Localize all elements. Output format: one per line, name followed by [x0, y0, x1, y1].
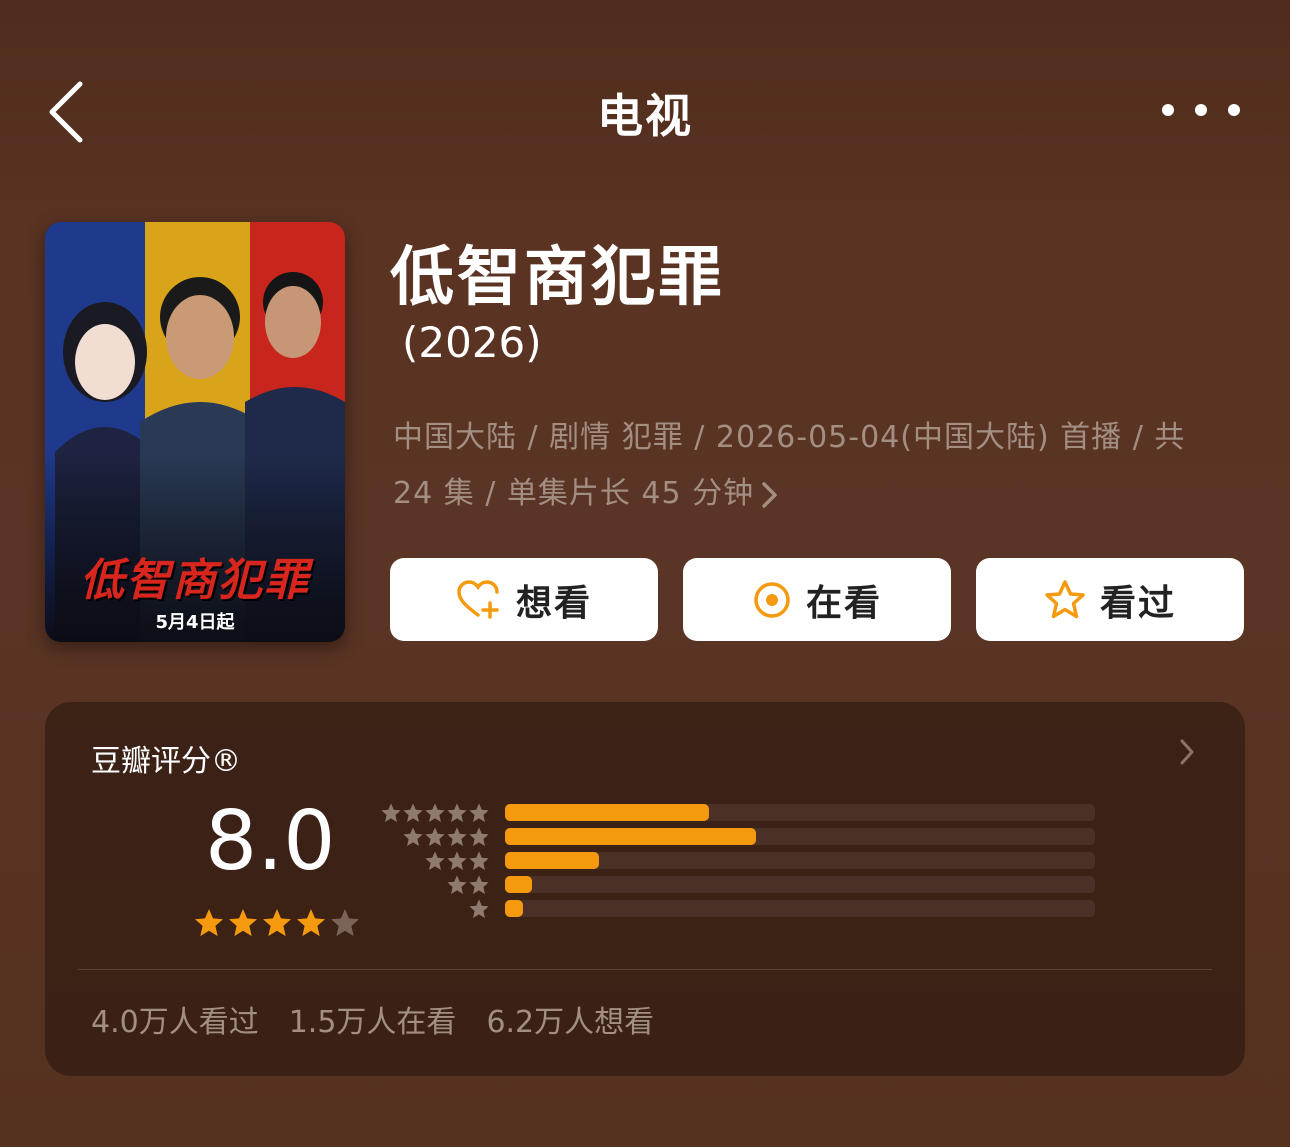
distribution-bar-track	[505, 804, 1095, 821]
distribution-stars	[468, 898, 490, 920]
meta-line-2: 24 集 / 单集片长 45 分钟	[393, 466, 1233, 522]
small-star-icon	[447, 803, 467, 822]
distribution-stars	[446, 874, 490, 896]
distribution-stars	[424, 850, 490, 872]
chevron-right-icon	[762, 481, 777, 508]
star-outline-icon	[1045, 579, 1085, 618]
rating-score: 8.0	[205, 794, 336, 889]
watched-button[interactable]: 看过	[976, 558, 1244, 641]
target-icon	[754, 581, 790, 618]
small-star-icon	[469, 851, 489, 870]
show-meta[interactable]: 中国大陆 / 剧情 犯罪 / 2026-05-04(中国大陆) 首播 / 共 2…	[393, 410, 1233, 522]
small-star-icon	[403, 803, 423, 822]
star-filled-icon	[263, 909, 291, 937]
rating-label: 豆瓣评分®	[91, 744, 241, 779]
more-dot-icon	[1162, 104, 1174, 116]
chevron-right-icon	[1180, 739, 1194, 765]
distribution-bar-track	[505, 876, 1095, 893]
distribution-bar-fill	[505, 828, 756, 845]
small-star-icon	[425, 803, 445, 822]
page-title: 电视	[597, 89, 693, 143]
distribution-bar-track	[505, 900, 1095, 917]
rating-distribution	[381, 802, 1105, 922]
small-star-icon	[381, 803, 401, 822]
distribution-row-2	[385, 874, 1105, 898]
small-star-icon	[403, 827, 423, 846]
distribution-bar-fill	[505, 804, 709, 821]
want-to-watch-label: 想看	[515, 582, 592, 624]
small-star-icon	[425, 851, 445, 870]
watching-label: 在看	[805, 582, 882, 624]
distribution-row-4	[385, 826, 1105, 850]
star-filled-icon	[229, 909, 257, 937]
more-options-button[interactable]	[1162, 92, 1240, 128]
rating-stats: 4.0万人看过 1.5万人在看 6.2万人想看	[91, 997, 654, 1041]
small-star-icon	[447, 875, 467, 894]
small-star-icon	[447, 851, 467, 870]
heart-plus-icon	[457, 579, 499, 619]
distribution-bar-track	[505, 828, 1095, 845]
distribution-stars	[402, 826, 490, 848]
watched-label: 看过	[1099, 582, 1176, 624]
small-star-icon	[469, 875, 489, 894]
score-stars	[193, 907, 361, 939]
watching-button[interactable]: 在看	[683, 558, 951, 641]
want-to-watch-button[interactable]: 想看	[390, 558, 658, 641]
divider	[78, 969, 1212, 970]
distribution-bar-fill	[505, 900, 523, 917]
poster-title-text: 低智商犯罪	[80, 555, 310, 606]
more-dot-icon	[1228, 104, 1240, 116]
small-star-icon	[469, 899, 489, 918]
distribution-bar-track	[505, 852, 1095, 869]
rating-card[interactable]: 豆瓣评分® 8.0 4.0万人看过 1.5万人在看 6.2万人想看	[45, 702, 1245, 1076]
small-star-icon	[425, 827, 445, 846]
distribution-row-3	[385, 850, 1105, 874]
stat-want: 6.2万人想看	[486, 1005, 655, 1040]
stat-watched: 4.0万人看过	[91, 1005, 259, 1040]
star-filled-icon	[195, 909, 223, 937]
meta-line-2-text: 24 集 / 单集片长 45 分钟	[393, 476, 755, 511]
distribution-stars	[380, 802, 490, 824]
star-filled-icon	[297, 909, 325, 937]
small-star-icon	[469, 827, 489, 846]
show-title: 低智商犯罪	[390, 241, 725, 315]
stat-watching: 1.5万人在看	[288, 1005, 457, 1040]
distribution-bar-fill	[505, 852, 600, 869]
poster-image[interactable]: 5月4日起 低智商犯罪	[45, 222, 345, 642]
poster-date-text: 5月4日起	[155, 612, 235, 633]
show-year: (2026)	[402, 318, 542, 367]
distribution-row-1	[385, 898, 1105, 922]
meta-line-1: 中国大陆 / 剧情 犯罪 / 2026-05-04(中国大陆) 首播 / 共	[393, 420, 1186, 455]
distribution-row-5	[381, 802, 1105, 826]
star-empty-icon	[331, 909, 359, 937]
more-dot-icon	[1195, 104, 1207, 116]
small-star-icon	[447, 827, 467, 846]
small-star-icon	[469, 803, 489, 822]
distribution-bar-fill	[505, 876, 532, 893]
